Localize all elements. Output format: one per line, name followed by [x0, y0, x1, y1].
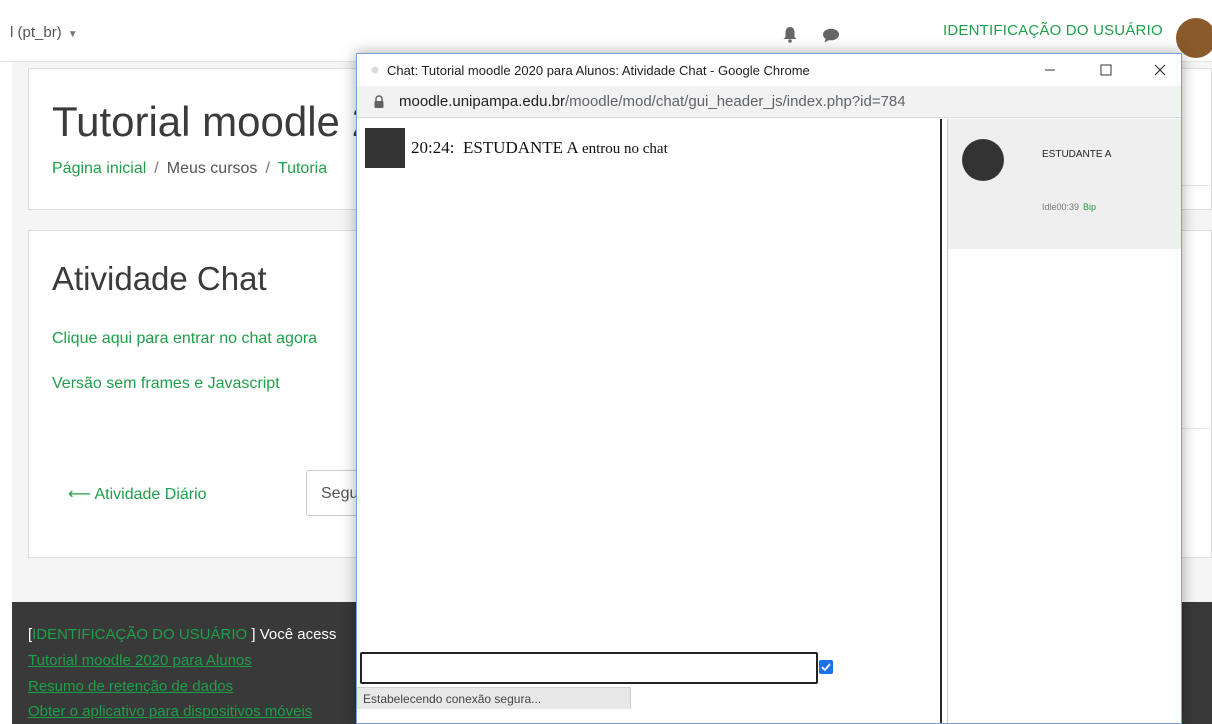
footer-app-link[interactable]: Obter o aplicativo para dispositivos móv… [28, 703, 312, 720]
auto-scroll-checkbox[interactable] [819, 660, 833, 674]
activity-title: Atividade Chat [52, 260, 267, 297]
breadcrumb-home[interactable]: Página inicial [52, 160, 146, 177]
users-list-pane: ESTUDANTE A Idle00:39 Bip [948, 119, 1181, 723]
chat-messages-pane[interactable] [357, 119, 940, 723]
previous-activity-link[interactable]: ⟵ Atividade Diário [68, 484, 207, 504]
close-icon[interactable] [1137, 54, 1182, 86]
user-menu-name[interactable]: IDENTIFICAÇÃO DO USUÁRIO [943, 22, 1163, 39]
page-title: Tutorial moodle 2 [52, 98, 375, 145]
enter-chat-link[interactable]: Clique aqui para entrar no chat agora [52, 330, 317, 348]
user-list-name: ESTUDANTE A [1042, 149, 1112, 160]
message-avatar [365, 128, 405, 168]
maximize-icon[interactable] [1083, 54, 1129, 86]
bell-icon[interactable] [782, 26, 798, 43]
arrow-left-icon: ⟵ [68, 486, 95, 503]
user-list-item: ESTUDANTE A Idle00:39 Bip [948, 119, 1181, 249]
user-list-avatar [962, 139, 1004, 181]
divider [1182, 185, 1212, 186]
chevron-down-icon: ▼ [67, 29, 78, 40]
message-icon[interactable] [822, 28, 840, 43]
chat-message: 20:24: ESTUDANTE A entrou no chat [411, 138, 668, 157]
noframes-chat-link[interactable]: Versão sem frames e Javascript [52, 375, 280, 393]
breadcrumb-separator: / [154, 160, 159, 177]
window-titlebar[interactable]: Chat: Tutorial moodle 2020 para Alunos: … [357, 54, 1181, 86]
favicon-icon [371, 66, 379, 74]
footer-login-info: [IDENTIFICAÇÃO DO USUÁRIO ] Você acess [28, 626, 337, 643]
footer-retention-link[interactable]: Resumo de retenção de dados [28, 678, 233, 695]
window-title: Chat: Tutorial moodle 2020 para Alunos: … [387, 63, 810, 78]
chat-popup-window: Chat: Tutorial moodle 2020 para Alunos: … [356, 53, 1182, 724]
url-text[interactable]: moodle.unipampa.edu.br/moodle/mod/chat/g… [399, 93, 906, 110]
browser-status-bar: Estabelecendo conexão segura... [357, 687, 631, 709]
chat-message-input[interactable] [360, 652, 818, 684]
beep-link[interactable]: Bip [1083, 202, 1096, 212]
address-bar[interactable]: moodle.unipampa.edu.br/moodle/mod/chat/g… [357, 86, 1181, 118]
user-idle-status: Idle00:39 Bip [1042, 202, 1097, 212]
breadcrumb-my-courses[interactable]: Meus cursos [167, 160, 258, 177]
footer-course-link[interactable]: Tutorial moodle 2020 para Alunos [28, 652, 252, 669]
frame-divider[interactable] [940, 119, 948, 723]
minimize-icon[interactable] [1027, 54, 1073, 86]
breadcrumb-separator: / [265, 160, 270, 177]
user-avatar[interactable] [1176, 18, 1212, 58]
breadcrumb: Página inicial / Meus cursos / Tutoria [52, 160, 327, 178]
breadcrumb-course[interactable]: Tutoria [278, 160, 327, 177]
language-menu[interactable]: l (pt_br) ▼ [10, 24, 78, 41]
lock-icon[interactable] [373, 95, 385, 109]
divider [1182, 428, 1212, 429]
footer-user-link[interactable]: IDENTIFICAÇÃO DO USUÁRIO [32, 626, 247, 643]
